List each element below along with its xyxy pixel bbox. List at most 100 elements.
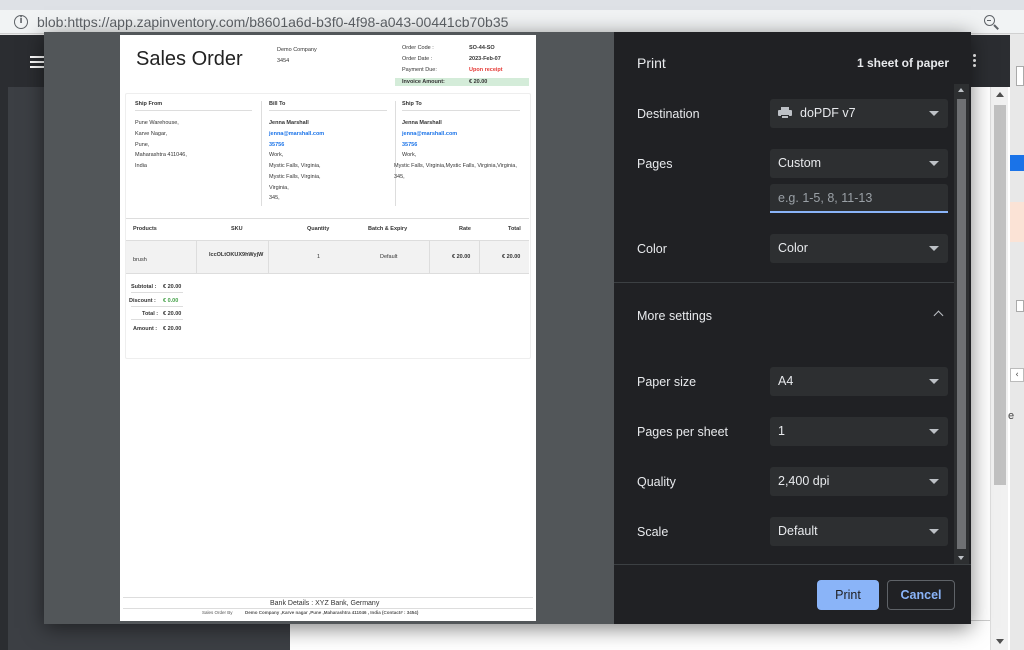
ship-to-line: Work, — [402, 152, 417, 158]
quality-select[interactable]: 2,400 dpi — [770, 467, 948, 496]
bill-to-line: Work, — [269, 152, 284, 158]
table-top-rule — [126, 218, 529, 219]
scale-label: Scale — [637, 525, 669, 539]
footer-address: Demo Company ,Karve nagar ,Pune ,Maharas… — [245, 610, 419, 615]
row-sku: lccOLtOKUX9hWyjW — [209, 252, 264, 258]
address-bar[interactable]: i blob:https://app.zapinventory.com/b860… — [0, 10, 1024, 34]
ship-to-name: Jenna Marshall — [402, 120, 442, 126]
print-title: Print — [637, 55, 666, 71]
print-settings-panel: Print 1 sheet of paper Destination doPDF… — [614, 32, 971, 624]
company-code: 3454 — [277, 58, 290, 64]
settings-divider — [614, 282, 954, 283]
pages-select[interactable]: Custom — [770, 149, 948, 178]
bill-to-phone: 35756 — [269, 142, 285, 148]
total-value: € 20.00 — [163, 311, 182, 317]
order-code-value: SO-44-SO — [469, 45, 495, 51]
footer-rule — [123, 608, 533, 609]
table-header-products: Products — [133, 226, 157, 232]
scale-select[interactable]: Default — [770, 517, 948, 546]
paper-size-label: Paper size — [637, 375, 697, 389]
app-left-edge — [0, 35, 8, 650]
print-preview: Sales Order Demo Company 3454 Order Code… — [44, 32, 614, 624]
bill-to-line: Mystic Falls, Virginia, — [269, 174, 321, 180]
quality-value: 2,400 dpi — [778, 474, 830, 488]
ship-to-line: 345, — [394, 174, 405, 180]
right-edge-box — [1016, 66, 1024, 86]
scroll-up-icon[interactable] — [958, 88, 964, 92]
print-dialog: Sales Order Demo Company 3454 Order Code… — [44, 32, 971, 624]
totals-rule — [131, 292, 183, 293]
row-divider — [429, 240, 430, 274]
ship-from-heading: Ship From — [135, 101, 163, 107]
quality-label: Quality — [637, 475, 676, 489]
row-batch: Default — [380, 254, 398, 260]
ship-to-phone: 35756 — [402, 142, 418, 148]
discount-label: Discount : — [129, 298, 156, 304]
right-edge-highlight — [1010, 202, 1024, 242]
company-name: Demo Company — [277, 47, 317, 53]
preview-page: Sales Order Demo Company 3454 Order Code… — [120, 35, 536, 621]
scroll-thumb[interactable] — [994, 105, 1006, 485]
hamburger-menu-icon[interactable] — [30, 56, 44, 71]
cancel-button[interactable]: Cancel — [887, 580, 955, 610]
more-settings-toggle[interactable]: More settings — [637, 308, 712, 324]
invoice-amount-value: € 20.00 — [469, 78, 488, 85]
bill-to-email[interactable]: jenna@marshall.com — [269, 131, 324, 138]
ship-from-line: Pune Warehouse, — [135, 120, 179, 126]
table-header-rate: Rate — [459, 226, 471, 232]
bill-to-name: Jenna Marshall — [269, 120, 309, 126]
dropdown-caret-icon — [929, 111, 939, 116]
custom-pages-input[interactable] — [770, 184, 948, 213]
bill-to-line: Virginia, — [269, 185, 289, 191]
page-scrollbar[interactable] — [990, 87, 1008, 650]
row-divider — [196, 240, 197, 274]
chevron-up-icon[interactable] — [933, 310, 944, 321]
right-edge-blue-button[interactable] — [1010, 155, 1024, 171]
paper-size-select[interactable]: A4 — [770, 367, 948, 396]
info-icon[interactable]: i — [14, 15, 28, 29]
ship-from-rule — [135, 110, 252, 111]
row-total: € 20.00 — [502, 254, 521, 260]
dropdown-caret-icon — [929, 246, 939, 251]
bill-to-line: Mystic Falls, Virginia, — [269, 163, 321, 169]
ship-to-email[interactable]: jenna@marshall.com — [402, 131, 457, 138]
dropdown-caret-icon — [929, 379, 939, 384]
ship-to-rule — [402, 110, 520, 111]
row-rate: € 20.00 — [452, 254, 471, 260]
settings-scrollbar[interactable] — [954, 84, 969, 564]
row-divider — [268, 240, 269, 274]
more-options-icon[interactable] — [973, 54, 977, 69]
scroll-down-icon[interactable] — [958, 556, 964, 560]
table-header-quantity: Quantity — [307, 226, 330, 232]
pages-per-sheet-select[interactable]: 1 — [770, 417, 948, 446]
ship-from-line: Maharashtra 411046, — [135, 152, 187, 158]
bill-to-line: 345, — [269, 195, 280, 201]
payment-due-label: Payment Due: — [402, 67, 437, 73]
address-divider — [395, 101, 396, 206]
sheet-count: 1 sheet of paper — [856, 56, 949, 70]
address-url[interactable]: blob:https://app.zapinventory.com/b8601a… — [37, 14, 508, 30]
bill-to-rule — [269, 110, 387, 111]
order-date-label: Order Date : — [402, 56, 433, 62]
right-edge-box — [1016, 300, 1024, 312]
left-arrow-icon[interactable]: ‹ — [1010, 368, 1024, 382]
scroll-up-icon[interactable] — [996, 92, 1004, 97]
destination-select[interactable]: doPDF v7 — [770, 99, 948, 128]
browser-tab-strip — [0, 0, 1024, 10]
footer-divider — [614, 564, 971, 565]
payment-due-value: Upon receipt — [469, 67, 503, 73]
color-select[interactable]: Color — [770, 234, 948, 263]
print-button[interactable]: Print — [817, 580, 879, 610]
bill-to-heading: Bill To — [269, 101, 286, 107]
settings-scroll-thumb[interactable] — [957, 99, 966, 549]
dropdown-caret-icon — [929, 429, 939, 434]
right-edge-text: e — [1008, 410, 1015, 422]
ship-to-heading: Ship To — [402, 101, 422, 107]
dropdown-caret-icon — [929, 161, 939, 166]
scroll-down-icon[interactable] — [996, 639, 1004, 644]
total-label: Total : — [142, 311, 159, 317]
pages-per-sheet-value: 1 — [778, 424, 785, 438]
address-divider — [261, 101, 262, 206]
paper-size-value: A4 — [778, 374, 794, 388]
zoom-icon[interactable] — [983, 14, 999, 30]
